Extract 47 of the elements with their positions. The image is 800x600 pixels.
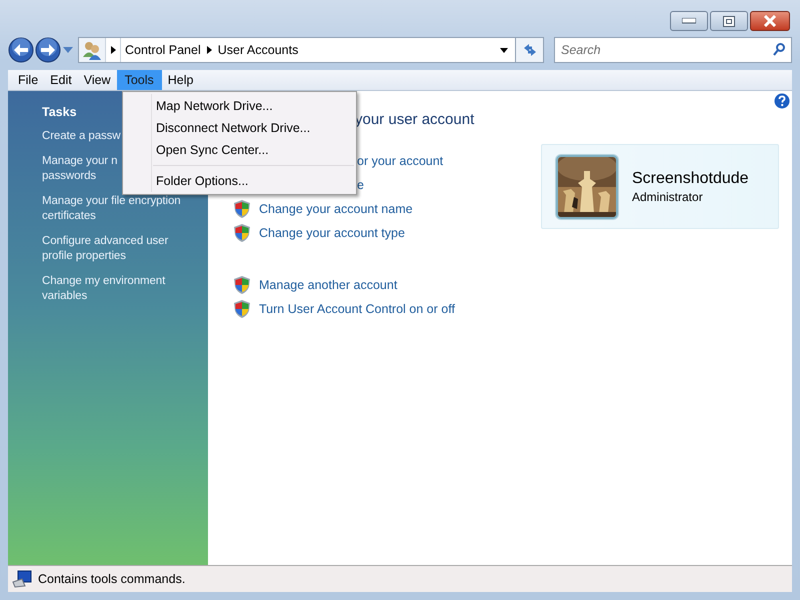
task-link[interactable]: or your account [357, 154, 444, 168]
task-link[interactable]: e [357, 178, 364, 192]
computer-icon [12, 570, 32, 588]
close-button[interactable] [750, 11, 790, 31]
menu-item[interactable]: File [12, 70, 44, 90]
breadcrumb[interactable]: User Accounts [218, 43, 298, 57]
menu-item[interactable]: Disconnect Network Drive... [123, 117, 310, 139]
address-bar[interactable]: Control Panel User Accounts [78, 37, 516, 63]
menu-item[interactable]: Help [162, 70, 200, 90]
users-icon [82, 40, 102, 60]
menu-item[interactable]: Tools [116, 70, 162, 90]
task-link[interactable]: Turn User Account Control on or off [259, 302, 455, 316]
back-button[interactable] [8, 37, 34, 63]
forward-button[interactable] [35, 37, 61, 63]
menu-item[interactable]: Map Network Drive... [123, 95, 273, 117]
task-link[interactable]: Change your account name [259, 202, 413, 216]
task-link[interactable]: Configure advanced user profile properties [42, 234, 168, 264]
caret-icon [500, 48, 508, 52]
chevron-icon [110, 46, 116, 54]
task-link[interactable]: Change my environment variables [42, 274, 166, 304]
search-field[interactable]: Search [554, 37, 792, 63]
task-link[interactable]: Manage your file encryption certificates [42, 194, 181, 224]
minimize-icon [682, 18, 696, 24]
help-icon[interactable] [774, 93, 790, 109]
task-link[interactable]: Create a passw [42, 129, 120, 144]
refresh-icon [522, 43, 536, 57]
maximize-button[interactable] [710, 11, 748, 31]
menu-item[interactable]: Open Sync Center... [123, 139, 269, 161]
search-icon [773, 43, 785, 56]
account-type: Administrator [632, 190, 704, 204]
account-name: Screenshotdude [632, 170, 749, 188]
chevron-icon [206, 46, 212, 54]
task-link[interactable]: Manage your n passwords [42, 154, 118, 184]
caret-icon [63, 47, 73, 53]
history-dropdown-button[interactable] [62, 47, 74, 53]
minimize-button[interactable] [670, 11, 708, 31]
sidebar-heading: Tasks [42, 105, 77, 119]
menu-item[interactable]: View [78, 70, 117, 90]
close-icon [763, 15, 777, 27]
status-text: Contains tools commands. [38, 572, 186, 586]
task-link[interactable]: Change your account type [259, 226, 405, 240]
menu-item[interactable]: Folder Options... [123, 170, 248, 192]
restore-icon [723, 16, 735, 26]
task-link[interactable]: Manage another account [259, 278, 398, 292]
menu-item[interactable]: Edit [44, 70, 78, 90]
breadcrumb[interactable]: Control Panel [125, 43, 201, 57]
refresh-button[interactable] [516, 37, 544, 63]
